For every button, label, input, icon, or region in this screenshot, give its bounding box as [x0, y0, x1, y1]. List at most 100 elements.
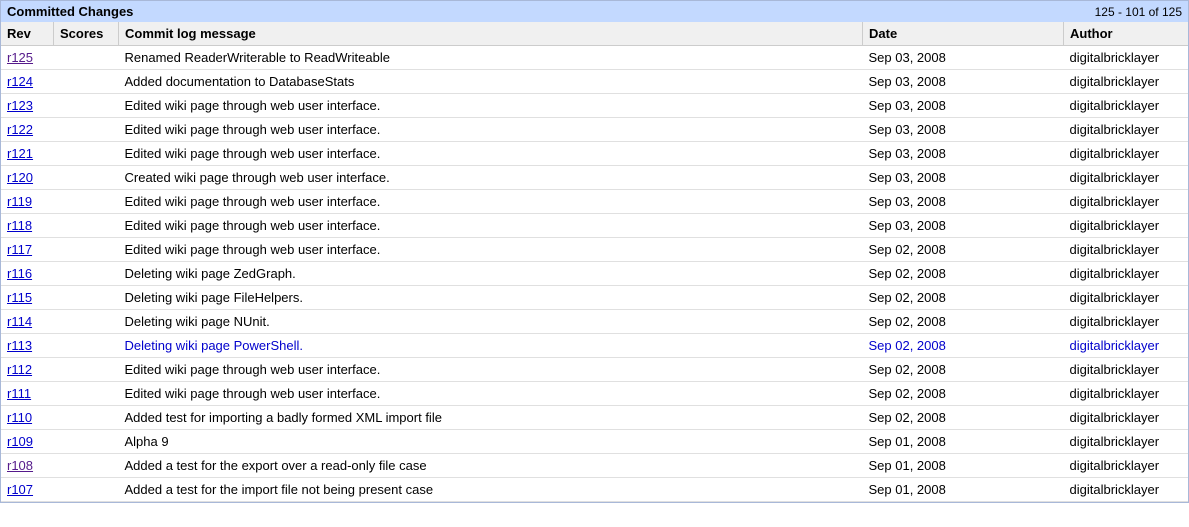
col-header-scores[interactable]: Scores: [54, 22, 119, 46]
col-header-date[interactable]: Date: [863, 22, 1064, 46]
table-row[interactable]: r112Edited wiki page through web user in…: [1, 358, 1188, 382]
rev-link[interactable]: r121: [7, 146, 33, 161]
cell-date: Sep 03, 2008: [863, 190, 1064, 214]
table-row[interactable]: r108 Added a test for the export over a r…: [1, 454, 1188, 478]
rev-link[interactable]: r114: [7, 314, 32, 329]
cell-rev: r119: [1, 190, 54, 214]
table-row[interactable]: r123Edited wiki page through web user in…: [1, 94, 1188, 118]
rev-link[interactable]: r125: [7, 50, 33, 65]
col-header-author[interactable]: Author: [1064, 22, 1189, 46]
table-row[interactable]: r113 Deleting wiki page PowerShell.Sep 02…: [1, 334, 1188, 358]
panel-title: Committed Changes: [7, 4, 133, 19]
cell-date: Sep 03, 2008: [863, 94, 1064, 118]
cell-date: Sep 03, 2008: [863, 46, 1064, 70]
table-row[interactable]: r125 Renamed ReaderWriterable to ReadWrit…: [1, 46, 1188, 70]
cell-rev: r108: [1, 454, 54, 478]
table-row[interactable]: r110 Added test for importing a badly for…: [1, 406, 1188, 430]
cell-rev: r110: [1, 406, 54, 430]
table-row[interactable]: r109Alpha 9Sep 01, 2008digitalbricklayer: [1, 430, 1188, 454]
rev-link[interactable]: r111: [7, 386, 31, 401]
table-row[interactable]: r120Created wiki page through web user i…: [1, 166, 1188, 190]
cell-author: digitalbricklayer: [1064, 334, 1189, 358]
cell-scores: [54, 262, 119, 286]
col-header-rev[interactable]: Rev: [1, 22, 54, 46]
cell-rev: r107: [1, 478, 54, 502]
panel-header: Committed Changes 125 - 101 of 125: [1, 1, 1188, 22]
cell-commit-message: Deleting wiki page ZedGraph.: [119, 262, 863, 286]
rev-link[interactable]: r120: [7, 170, 33, 185]
cell-author: digitalbricklayer: [1064, 214, 1189, 238]
cell-author: digitalbricklayer: [1064, 190, 1189, 214]
table-row[interactable]: r114 Deleting wiki page NUnit.Sep 02, 200…: [1, 310, 1188, 334]
cell-scores: [54, 358, 119, 382]
cell-scores: [54, 190, 119, 214]
table-row[interactable]: r111 Edited wiki page through web user in…: [1, 382, 1188, 406]
table-row[interactable]: r117 Edited wiki page through web user in…: [1, 238, 1188, 262]
rev-link[interactable]: r109: [7, 434, 33, 449]
cell-scores: [54, 286, 119, 310]
table-row[interactable]: r118Edited wiki page through web user in…: [1, 214, 1188, 238]
cell-scores: [54, 70, 119, 94]
cell-date: Sep 02, 2008: [863, 238, 1064, 262]
cell-scores: [54, 334, 119, 358]
cell-date: Sep 03, 2008: [863, 118, 1064, 142]
cell-commit-message: Edited wiki page through web user interf…: [119, 382, 863, 406]
cell-scores: [54, 166, 119, 190]
cell-author: digitalbricklayer: [1064, 286, 1189, 310]
cell-date: Sep 02, 2008: [863, 310, 1064, 334]
rev-link[interactable]: r107: [7, 482, 33, 497]
cell-commit-message: Added a test for the export over a read-…: [119, 454, 863, 478]
rev-link[interactable]: r117: [7, 242, 32, 257]
rev-link[interactable]: r116: [7, 266, 32, 281]
rev-link[interactable]: r112: [7, 362, 32, 377]
cell-date: Sep 01, 2008: [863, 430, 1064, 454]
cell-scores: [54, 430, 119, 454]
cell-commit-message: Edited wiki page through web user interf…: [119, 118, 863, 142]
rev-link[interactable]: r108: [7, 458, 33, 473]
table-row[interactable]: r119Edited wiki page through web user in…: [1, 190, 1188, 214]
table-header-row: Rev Scores Commit log message Date Autho…: [1, 22, 1188, 46]
cell-rev: r122: [1, 118, 54, 142]
col-header-msg[interactable]: Commit log message: [119, 22, 863, 46]
cell-date: Sep 02, 2008: [863, 358, 1064, 382]
cell-date: Sep 03, 2008: [863, 214, 1064, 238]
cell-rev: r121: [1, 142, 54, 166]
cell-author: digitalbricklayer: [1064, 358, 1189, 382]
rev-link[interactable]: r124: [7, 74, 33, 89]
rev-link[interactable]: r123: [7, 98, 33, 113]
cell-rev: r115: [1, 286, 54, 310]
table-row[interactable]: r121 Edited wiki page through web user in…: [1, 142, 1188, 166]
cell-commit-message: Alpha 9: [119, 430, 863, 454]
table-row[interactable]: r116Deleting wiki page ZedGraph.Sep 02, …: [1, 262, 1188, 286]
table-row[interactable]: r115Deleting wiki page FileHelpers.Sep 0…: [1, 286, 1188, 310]
table-row[interactable]: r124Added documentation to DatabaseStats…: [1, 70, 1188, 94]
cell-commit-message: Edited wiki page through web user interf…: [119, 238, 863, 262]
table-row[interactable]: r107Added a test for the import file not…: [1, 478, 1188, 502]
cell-commit-message: Renamed ReaderWriterable to ReadWriteabl…: [119, 46, 863, 70]
cell-author: digitalbricklayer: [1064, 262, 1189, 286]
cell-rev: r113: [1, 334, 54, 358]
rev-link[interactable]: r119: [7, 194, 32, 209]
cell-author: digitalbricklayer: [1064, 46, 1189, 70]
cell-date: Sep 03, 2008: [863, 142, 1064, 166]
cell-author: digitalbricklayer: [1064, 142, 1189, 166]
cell-commit-message: Added test for importing a badly formed …: [119, 406, 863, 430]
cell-rev: r118: [1, 214, 54, 238]
cell-author: digitalbricklayer: [1064, 166, 1189, 190]
cell-author: digitalbricklayer: [1064, 238, 1189, 262]
rev-link[interactable]: r113: [7, 338, 32, 353]
cell-author: digitalbricklayer: [1064, 118, 1189, 142]
cell-commit-message: Deleting wiki page PowerShell.: [119, 334, 863, 358]
cell-rev: r109: [1, 430, 54, 454]
cell-author: digitalbricklayer: [1064, 94, 1189, 118]
rev-link[interactable]: r118: [7, 218, 32, 233]
cell-date: Sep 02, 2008: [863, 334, 1064, 358]
rev-link[interactable]: r110: [7, 410, 32, 425]
cell-date: Sep 03, 2008: [863, 166, 1064, 190]
cell-author: digitalbricklayer: [1064, 406, 1189, 430]
rev-link[interactable]: r115: [7, 290, 32, 305]
cell-commit-message: Edited wiki page through web user interf…: [119, 142, 863, 166]
table-row[interactable]: r122 Edited wiki page through web user in…: [1, 118, 1188, 142]
rev-link[interactable]: r122: [7, 122, 33, 137]
cell-commit-message: Deleting wiki page NUnit.: [119, 310, 863, 334]
